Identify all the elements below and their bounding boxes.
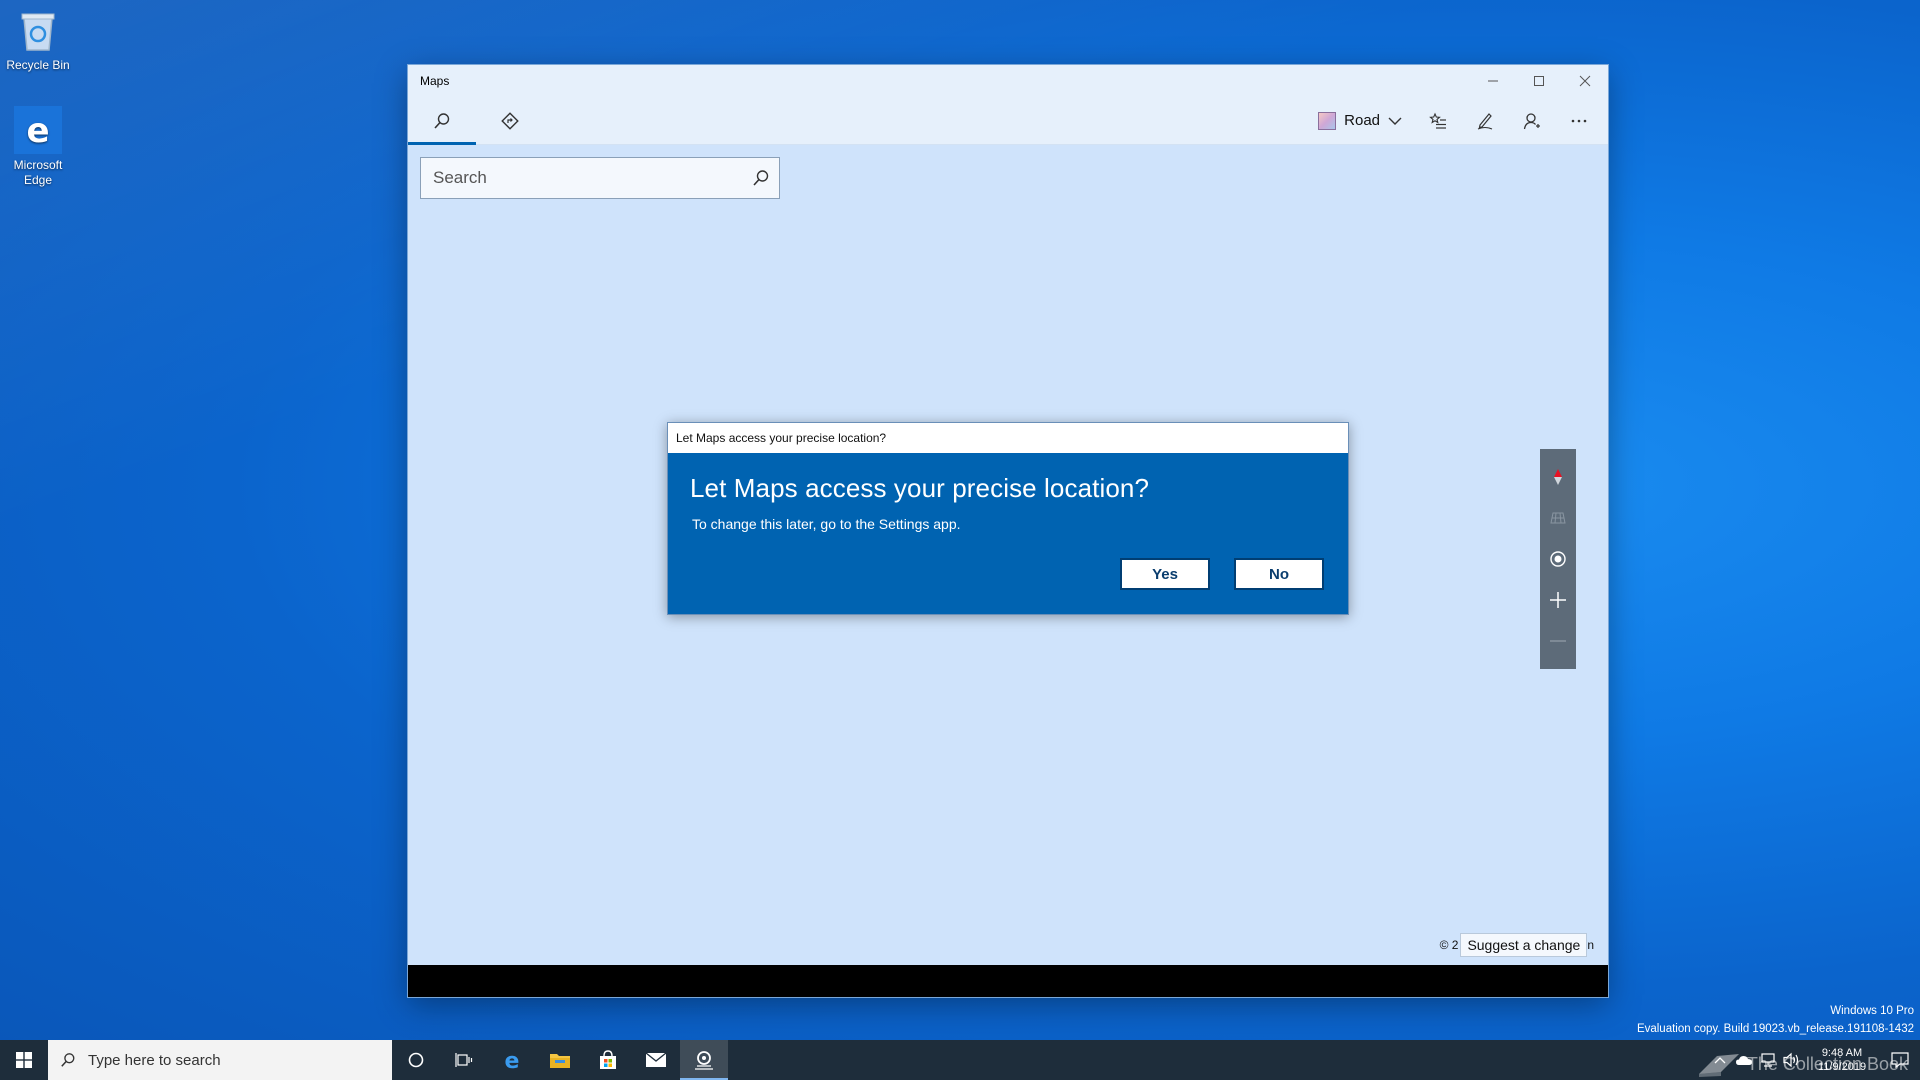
zoom-out-icon xyxy=(1550,639,1566,642)
tilt-button[interactable] xyxy=(1540,498,1576,538)
taskbar-edge[interactable]: e xyxy=(488,1040,536,1080)
search-icon xyxy=(61,1053,75,1067)
account-icon xyxy=(1523,112,1540,129)
ink-button[interactable] xyxy=(1461,97,1508,145)
map-controls-panel xyxy=(1540,449,1576,669)
favorites-button[interactable] xyxy=(1414,97,1461,145)
taskbar-store[interactable] xyxy=(584,1040,632,1080)
yes-button[interactable]: Yes xyxy=(1120,558,1210,590)
file-explorer-icon xyxy=(550,1054,570,1068)
locate-me-button[interactable] xyxy=(1540,539,1576,579)
road-style-icon xyxy=(1318,111,1337,130)
windows-logo-icon xyxy=(16,1052,32,1068)
more-icon xyxy=(1571,119,1586,122)
window-title: Maps xyxy=(420,74,450,88)
no-button[interactable]: No xyxy=(1234,558,1324,590)
attribution-trail: n xyxy=(1587,938,1594,952)
edge-icon: e xyxy=(505,1049,520,1071)
minimize-icon xyxy=(1488,80,1498,82)
start-button[interactable] xyxy=(0,1040,48,1080)
recycle-bin-icon xyxy=(14,6,62,54)
chevron-down-icon xyxy=(1388,117,1402,125)
directions-icon xyxy=(501,111,519,130)
windows-watermark: Windows 10 Pro Evaluation copy. Build 19… xyxy=(1637,1002,1914,1038)
tab-directions[interactable] xyxy=(476,97,544,145)
task-view-icon xyxy=(455,1053,473,1067)
cortana-button[interactable] xyxy=(392,1040,440,1080)
dialog-body: Let Maps access your precise location? T… xyxy=(668,453,1348,614)
taskbar-maps[interactable] xyxy=(680,1040,728,1080)
desktop-icon-recycle-bin[interactable]: Recycle Bin xyxy=(0,6,76,73)
taskbar-search-placeholder: Type here to search xyxy=(88,1051,221,1069)
dialog-message: To change this later, go to the Settings… xyxy=(692,516,961,532)
zoom-out-button[interactable] xyxy=(1540,621,1576,661)
map-attribution: © 2 Suggest a change n xyxy=(1440,933,1596,957)
desktop-icon-edge[interactable]: e Microsoft Edge xyxy=(0,106,76,188)
dialog-title: Let Maps access your precise location? xyxy=(676,431,887,445)
cortana-icon xyxy=(408,1052,424,1068)
dialog-title-bar: Let Maps access your precise location? xyxy=(668,423,1348,453)
close-button[interactable] xyxy=(1562,65,1608,97)
ink-icon xyxy=(1477,112,1492,130)
taskbar-file-explorer[interactable] xyxy=(536,1040,584,1080)
maximize-button[interactable] xyxy=(1516,65,1562,97)
maps-toolbar: Road xyxy=(408,97,1608,145)
tilt-icon xyxy=(1550,512,1566,524)
map-style-label: Road xyxy=(1344,112,1380,129)
account-button[interactable] xyxy=(1508,97,1555,145)
dialog-heading: Let Maps access your precise location? xyxy=(690,473,1150,503)
title-bar[interactable]: Maps xyxy=(408,65,1608,97)
search-icon xyxy=(434,112,450,129)
desktop-icon-label: Microsoft Edge xyxy=(13,158,63,187)
zoom-in-icon xyxy=(1550,591,1566,608)
watermark-build: Evaluation copy. Build 19023.vb_release.… xyxy=(1636,1023,1914,1035)
site-watermark: The Collection Book xyxy=(1697,1050,1908,1078)
locate-icon xyxy=(1550,551,1566,567)
svg-text:e: e xyxy=(26,111,49,150)
copyright-text: © 2 xyxy=(1439,938,1459,952)
compass-button[interactable] xyxy=(1540,457,1576,497)
search-box xyxy=(420,157,780,199)
tab-search[interactable] xyxy=(408,97,476,145)
suggest-change-button[interactable]: Suggest a change xyxy=(1460,933,1588,957)
minimize-button[interactable] xyxy=(1470,65,1516,97)
store-icon xyxy=(600,1050,616,1069)
more-button[interactable] xyxy=(1555,97,1602,145)
taskbar: Type here to search e 9:48 AM 11/9/2019 xyxy=(0,1040,1920,1080)
maps-icon xyxy=(695,1051,713,1070)
search-submit-button[interactable] xyxy=(743,169,779,187)
site-watermark-text: The Collection Book xyxy=(1746,1053,1908,1074)
taskbar-search-box[interactable]: Type here to search xyxy=(48,1040,392,1080)
maximize-icon xyxy=(1534,76,1544,86)
maps-window: Maps Road Search © 2 Suggest a change n … xyxy=(408,65,1608,997)
favorites-icon xyxy=(1428,112,1446,129)
search-icon xyxy=(753,170,769,186)
close-icon xyxy=(1579,75,1591,87)
svg-text:e: e xyxy=(505,1049,520,1071)
task-view-button[interactable] xyxy=(440,1040,488,1080)
mail-icon xyxy=(645,1052,667,1067)
map-status-bar xyxy=(408,965,1608,997)
book-logo-icon xyxy=(1698,1054,1739,1077)
desktop-icon-label: Recycle Bin xyxy=(6,58,70,72)
taskbar-mail[interactable] xyxy=(632,1040,680,1080)
zoom-in-button[interactable] xyxy=(1540,580,1576,620)
compass-icon xyxy=(1554,469,1562,486)
search-input[interactable] xyxy=(421,158,743,198)
map-style-dropdown[interactable]: Road xyxy=(1306,97,1414,145)
edge-icon: e xyxy=(14,106,62,154)
watermark-edition: Windows 10 Pro xyxy=(1830,1005,1914,1017)
location-permission-dialog: Let Maps access your precise location? L… xyxy=(667,422,1349,615)
